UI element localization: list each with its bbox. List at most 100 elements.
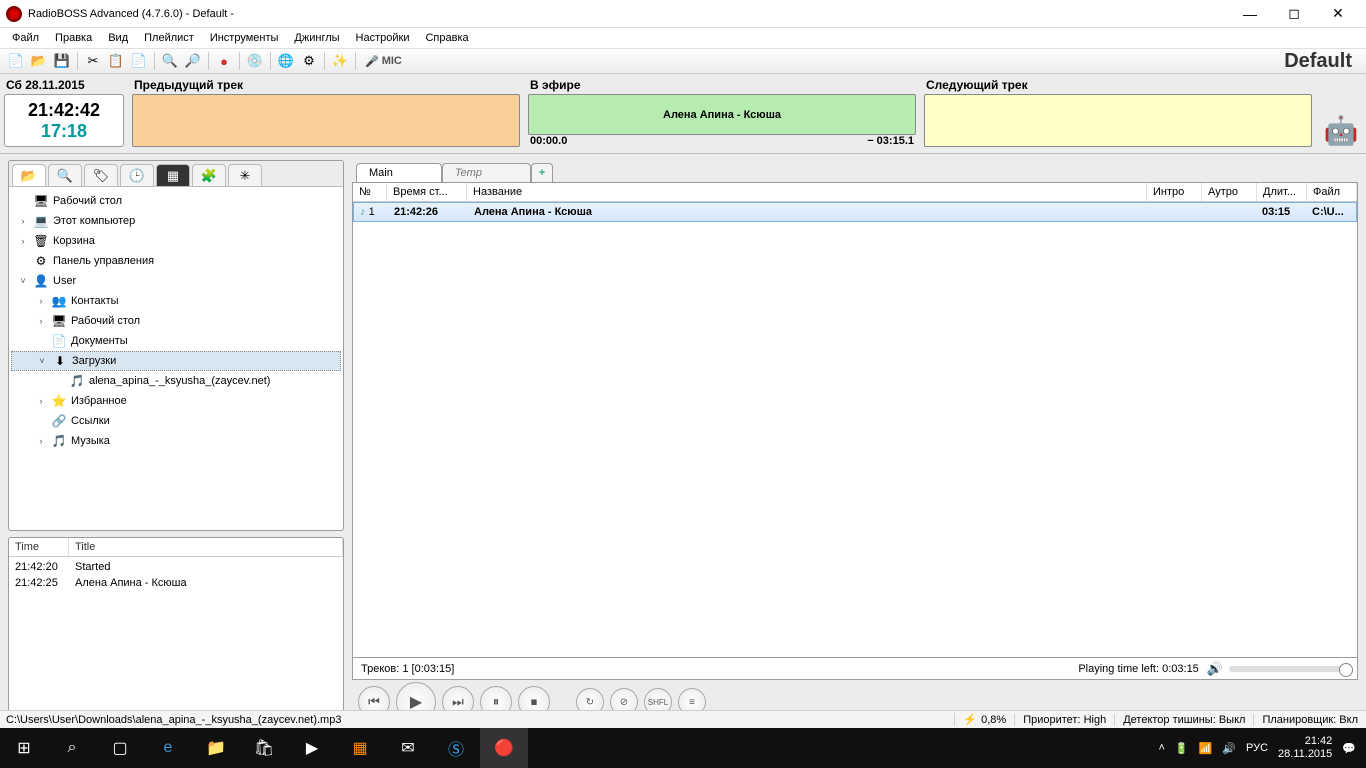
col-duration[interactable]: Длит... bbox=[1257, 183, 1307, 201]
previous-track-body[interactable] bbox=[132, 94, 520, 147]
tree-item[interactable]: ›💻Этот компьютер bbox=[11, 211, 341, 231]
tab-search-icon[interactable]: 🔍 bbox=[48, 164, 82, 186]
tree-item[interactable]: 🖥Рабочий стол bbox=[11, 191, 341, 211]
disc-icon[interactable]: 💿 bbox=[245, 51, 265, 71]
log-row[interactable]: 21:42:25Алена Апина - Ксюша bbox=[9, 575, 343, 591]
tray-notifications-icon[interactable]: 💬 bbox=[1342, 742, 1356, 755]
now-playing-label: В эфире bbox=[528, 76, 916, 94]
next-track-body[interactable] bbox=[924, 94, 1312, 147]
log-col-title[interactable]: Title bbox=[69, 538, 343, 556]
edge-icon[interactable]: e bbox=[144, 728, 192, 768]
col-file[interactable]: Файл bbox=[1307, 183, 1357, 201]
tree-item[interactable]: ⚙Панель управления bbox=[11, 251, 341, 271]
now-playing-remain: − 03:15.1 bbox=[867, 135, 914, 147]
tree-item[interactable]: ›🎵Музыка bbox=[11, 431, 341, 451]
globe-icon[interactable]: 🌐 bbox=[276, 51, 296, 71]
tree-item[interactable]: ˅👤User bbox=[11, 271, 341, 291]
separator bbox=[208, 52, 209, 70]
start-button[interactable]: ⊞ bbox=[0, 728, 48, 768]
minimize-button[interactable]: ― bbox=[1228, 2, 1272, 26]
tree-item[interactable]: ›⭐Избранное bbox=[11, 391, 341, 411]
tab-tag-icon[interactable]: 🏷 bbox=[84, 164, 118, 186]
tab-plugin-icon[interactable]: 🧩 bbox=[192, 164, 226, 186]
tray-lang[interactable]: РУС bbox=[1246, 742, 1268, 754]
col-outro[interactable]: Аутро bbox=[1202, 183, 1257, 201]
status-scheduler[interactable]: Планировщик: Вкл bbox=[1253, 714, 1366, 726]
copy-icon[interactable]: 📋 bbox=[106, 51, 126, 71]
col-start[interactable]: Время ст... bbox=[387, 183, 467, 201]
menu-jingles[interactable]: Джинглы bbox=[286, 30, 347, 46]
chevron-icon: › bbox=[17, 236, 29, 246]
tree-item-label: Избранное bbox=[71, 395, 127, 407]
track-count: Треков: 1 [0:03:15] bbox=[361, 663, 1078, 675]
tray-wifi-icon[interactable]: 📶 bbox=[1199, 742, 1213, 755]
tab-temp[interactable]: Temp bbox=[442, 163, 531, 182]
robot-icon[interactable]: 🤖 bbox=[1320, 76, 1362, 147]
chevron-icon: › bbox=[35, 316, 47, 326]
menu-view[interactable]: Вид bbox=[100, 30, 136, 46]
paste-icon[interactable]: 📄 bbox=[129, 51, 149, 71]
playlist-row[interactable]: 121:42:26Алена Апина - Ксюша03:15C:\U... bbox=[353, 202, 1357, 222]
search-icon[interactable]: ⌕ bbox=[48, 728, 96, 768]
media-icon[interactable]: ▶ bbox=[288, 728, 336, 768]
col-title[interactable]: Название bbox=[467, 183, 1147, 201]
task-view-icon[interactable]: ▢ bbox=[96, 728, 144, 768]
tab-folder-icon[interactable]: 📂 bbox=[12, 164, 46, 186]
mic-button[interactable]: 🎤 MIC bbox=[365, 55, 402, 68]
store-icon[interactable]: 🛍 bbox=[240, 728, 288, 768]
mail-icon[interactable]: ✉ bbox=[384, 728, 432, 768]
tab-clock-icon[interactable]: 🕒 bbox=[120, 164, 154, 186]
close-button[interactable]: ✕ bbox=[1316, 2, 1360, 26]
save-icon[interactable]: 💾 bbox=[52, 51, 72, 71]
col-number[interactable]: № bbox=[353, 183, 387, 201]
find-icon[interactable]: 🔍 bbox=[160, 51, 180, 71]
tab-cart-icon[interactable]: ▦ bbox=[156, 164, 190, 186]
skype-icon[interactable]: Ⓢ bbox=[432, 728, 480, 768]
tray-clock[interactable]: 21:42 28.11.2015 bbox=[1278, 735, 1332, 761]
gear-icon[interactable]: ⚙ bbox=[299, 51, 319, 71]
tree-item[interactable]: 🎵alena_apina_-_ksyusha_(zaycev.net) bbox=[11, 371, 341, 391]
status-silence[interactable]: Детектор тишины: Выкл bbox=[1114, 714, 1253, 726]
tab-add-button[interactable]: + bbox=[531, 163, 553, 182]
replace-icon[interactable]: 🔎 bbox=[183, 51, 203, 71]
open-icon[interactable]: 📂 bbox=[29, 51, 49, 71]
menu-tools[interactable]: Инструменты bbox=[202, 30, 287, 46]
folder-tree[interactable]: 🖥Рабочий стол›💻Этот компьютер›🗑Корзина⚙П… bbox=[9, 187, 343, 530]
wand-icon[interactable]: ✨ bbox=[330, 51, 350, 71]
tray-battery-icon[interactable]: 🔋 bbox=[1175, 742, 1189, 755]
tree-item[interactable]: 🔗Ссылки bbox=[11, 411, 341, 431]
log-row[interactable]: 21:42:20Started bbox=[9, 559, 343, 575]
maximize-button[interactable]: ◻ bbox=[1272, 2, 1316, 26]
tree-item[interactable]: ›👥Контакты bbox=[11, 291, 341, 311]
radioboss-task-icon[interactable]: 🔴 bbox=[480, 728, 528, 768]
separator bbox=[355, 52, 356, 70]
apps-icon[interactable]: ▦ bbox=[336, 728, 384, 768]
tree-item[interactable]: ›🖥Рабочий стол bbox=[11, 311, 341, 331]
voice-icon[interactable]: ● bbox=[214, 51, 234, 71]
system-tray: ˄ 🔋 📶 🔊 РУС 21:42 28.11.2015 💬 bbox=[1148, 735, 1366, 761]
current-time: 21:42:42 bbox=[28, 100, 100, 121]
menu-file[interactable]: Файл bbox=[4, 30, 47, 46]
explorer-icon[interactable]: 📁 bbox=[192, 728, 240, 768]
status-priority[interactable]: Приоритет: High bbox=[1014, 714, 1114, 726]
volume-slider[interactable] bbox=[1229, 666, 1349, 672]
new-icon[interactable]: 📄 bbox=[6, 51, 26, 71]
menu-settings[interactable]: Настройки bbox=[348, 30, 418, 46]
tree-item[interactable]: ›🗑Корзина bbox=[11, 231, 341, 251]
log-col-time[interactable]: Time bbox=[9, 538, 69, 556]
cut-icon[interactable]: ✂ bbox=[83, 51, 103, 71]
tray-chevron-icon[interactable]: ˄ bbox=[1158, 742, 1164, 754]
tree-item-label: Документы bbox=[71, 335, 128, 347]
tab-settings-icon[interactable]: ✳ bbox=[228, 164, 262, 186]
menu-help[interactable]: Справка bbox=[417, 30, 476, 46]
menu-edit[interactable]: Правка bbox=[47, 30, 100, 46]
col-intro[interactable]: Интро bbox=[1147, 183, 1202, 201]
speaker-icon[interactable]: 🔊 bbox=[1207, 661, 1223, 677]
tree-item[interactable]: ˅⬇Загрузки bbox=[11, 351, 341, 371]
now-playing-body[interactable]: Алена Апина - Ксюша bbox=[528, 94, 916, 135]
tab-main[interactable]: Main bbox=[356, 163, 442, 182]
log-panel: Time Title 21:42:20Started21:42:25Алена … bbox=[8, 537, 344, 724]
menu-playlist[interactable]: Плейлист bbox=[136, 30, 202, 46]
tree-item[interactable]: 📄Документы bbox=[11, 331, 341, 351]
tray-volume-icon[interactable]: 🔊 bbox=[1222, 742, 1236, 755]
